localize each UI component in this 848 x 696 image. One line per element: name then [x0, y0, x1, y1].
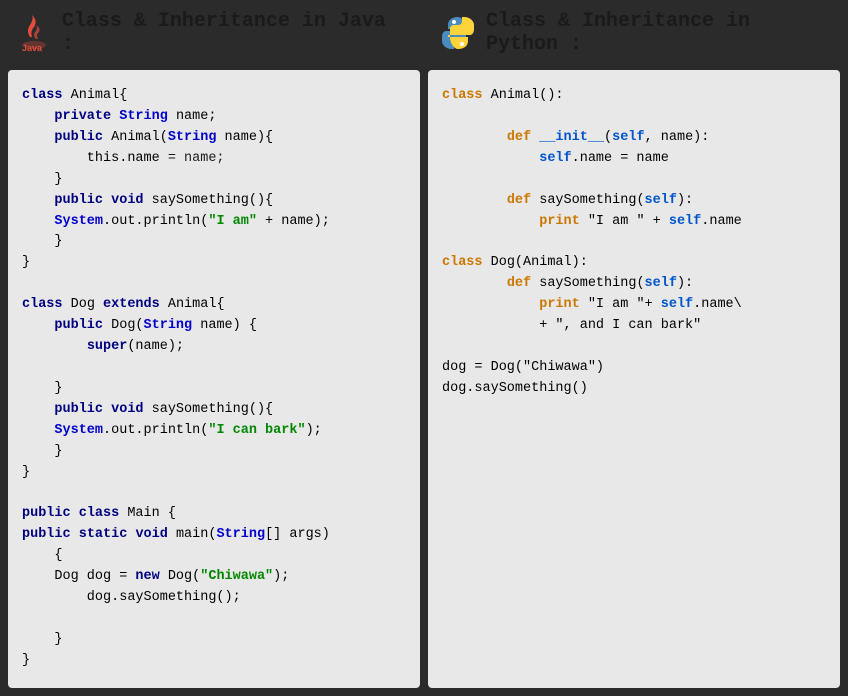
java-title: Class & Inheritance in Java :: [62, 10, 408, 56]
python-code: class Animal(): def __init__(self, name)…: [442, 86, 826, 400]
svg-text:Java: Java: [22, 43, 43, 51]
python-icon: python: [440, 15, 476, 51]
java-header: Java Class & Inheritance in Java :: [0, 0, 424, 66]
python-title: Class & Inheritance in Python :: [486, 10, 832, 56]
header-row: Java Class & Inheritance in Java : pytho…: [0, 0, 848, 66]
content-row: class Animal{ private String name; publi…: [0, 66, 848, 696]
java-code-panel: class Animal{ private String name; publi…: [8, 70, 420, 688]
python-code-panel: class Animal(): def __init__(self, name)…: [428, 70, 840, 688]
java-code: class Animal{ private String name; publi…: [22, 86, 406, 672]
java-icon: Java: [16, 15, 52, 51]
python-header: python Class & Inheritance in Python :: [424, 0, 848, 66]
